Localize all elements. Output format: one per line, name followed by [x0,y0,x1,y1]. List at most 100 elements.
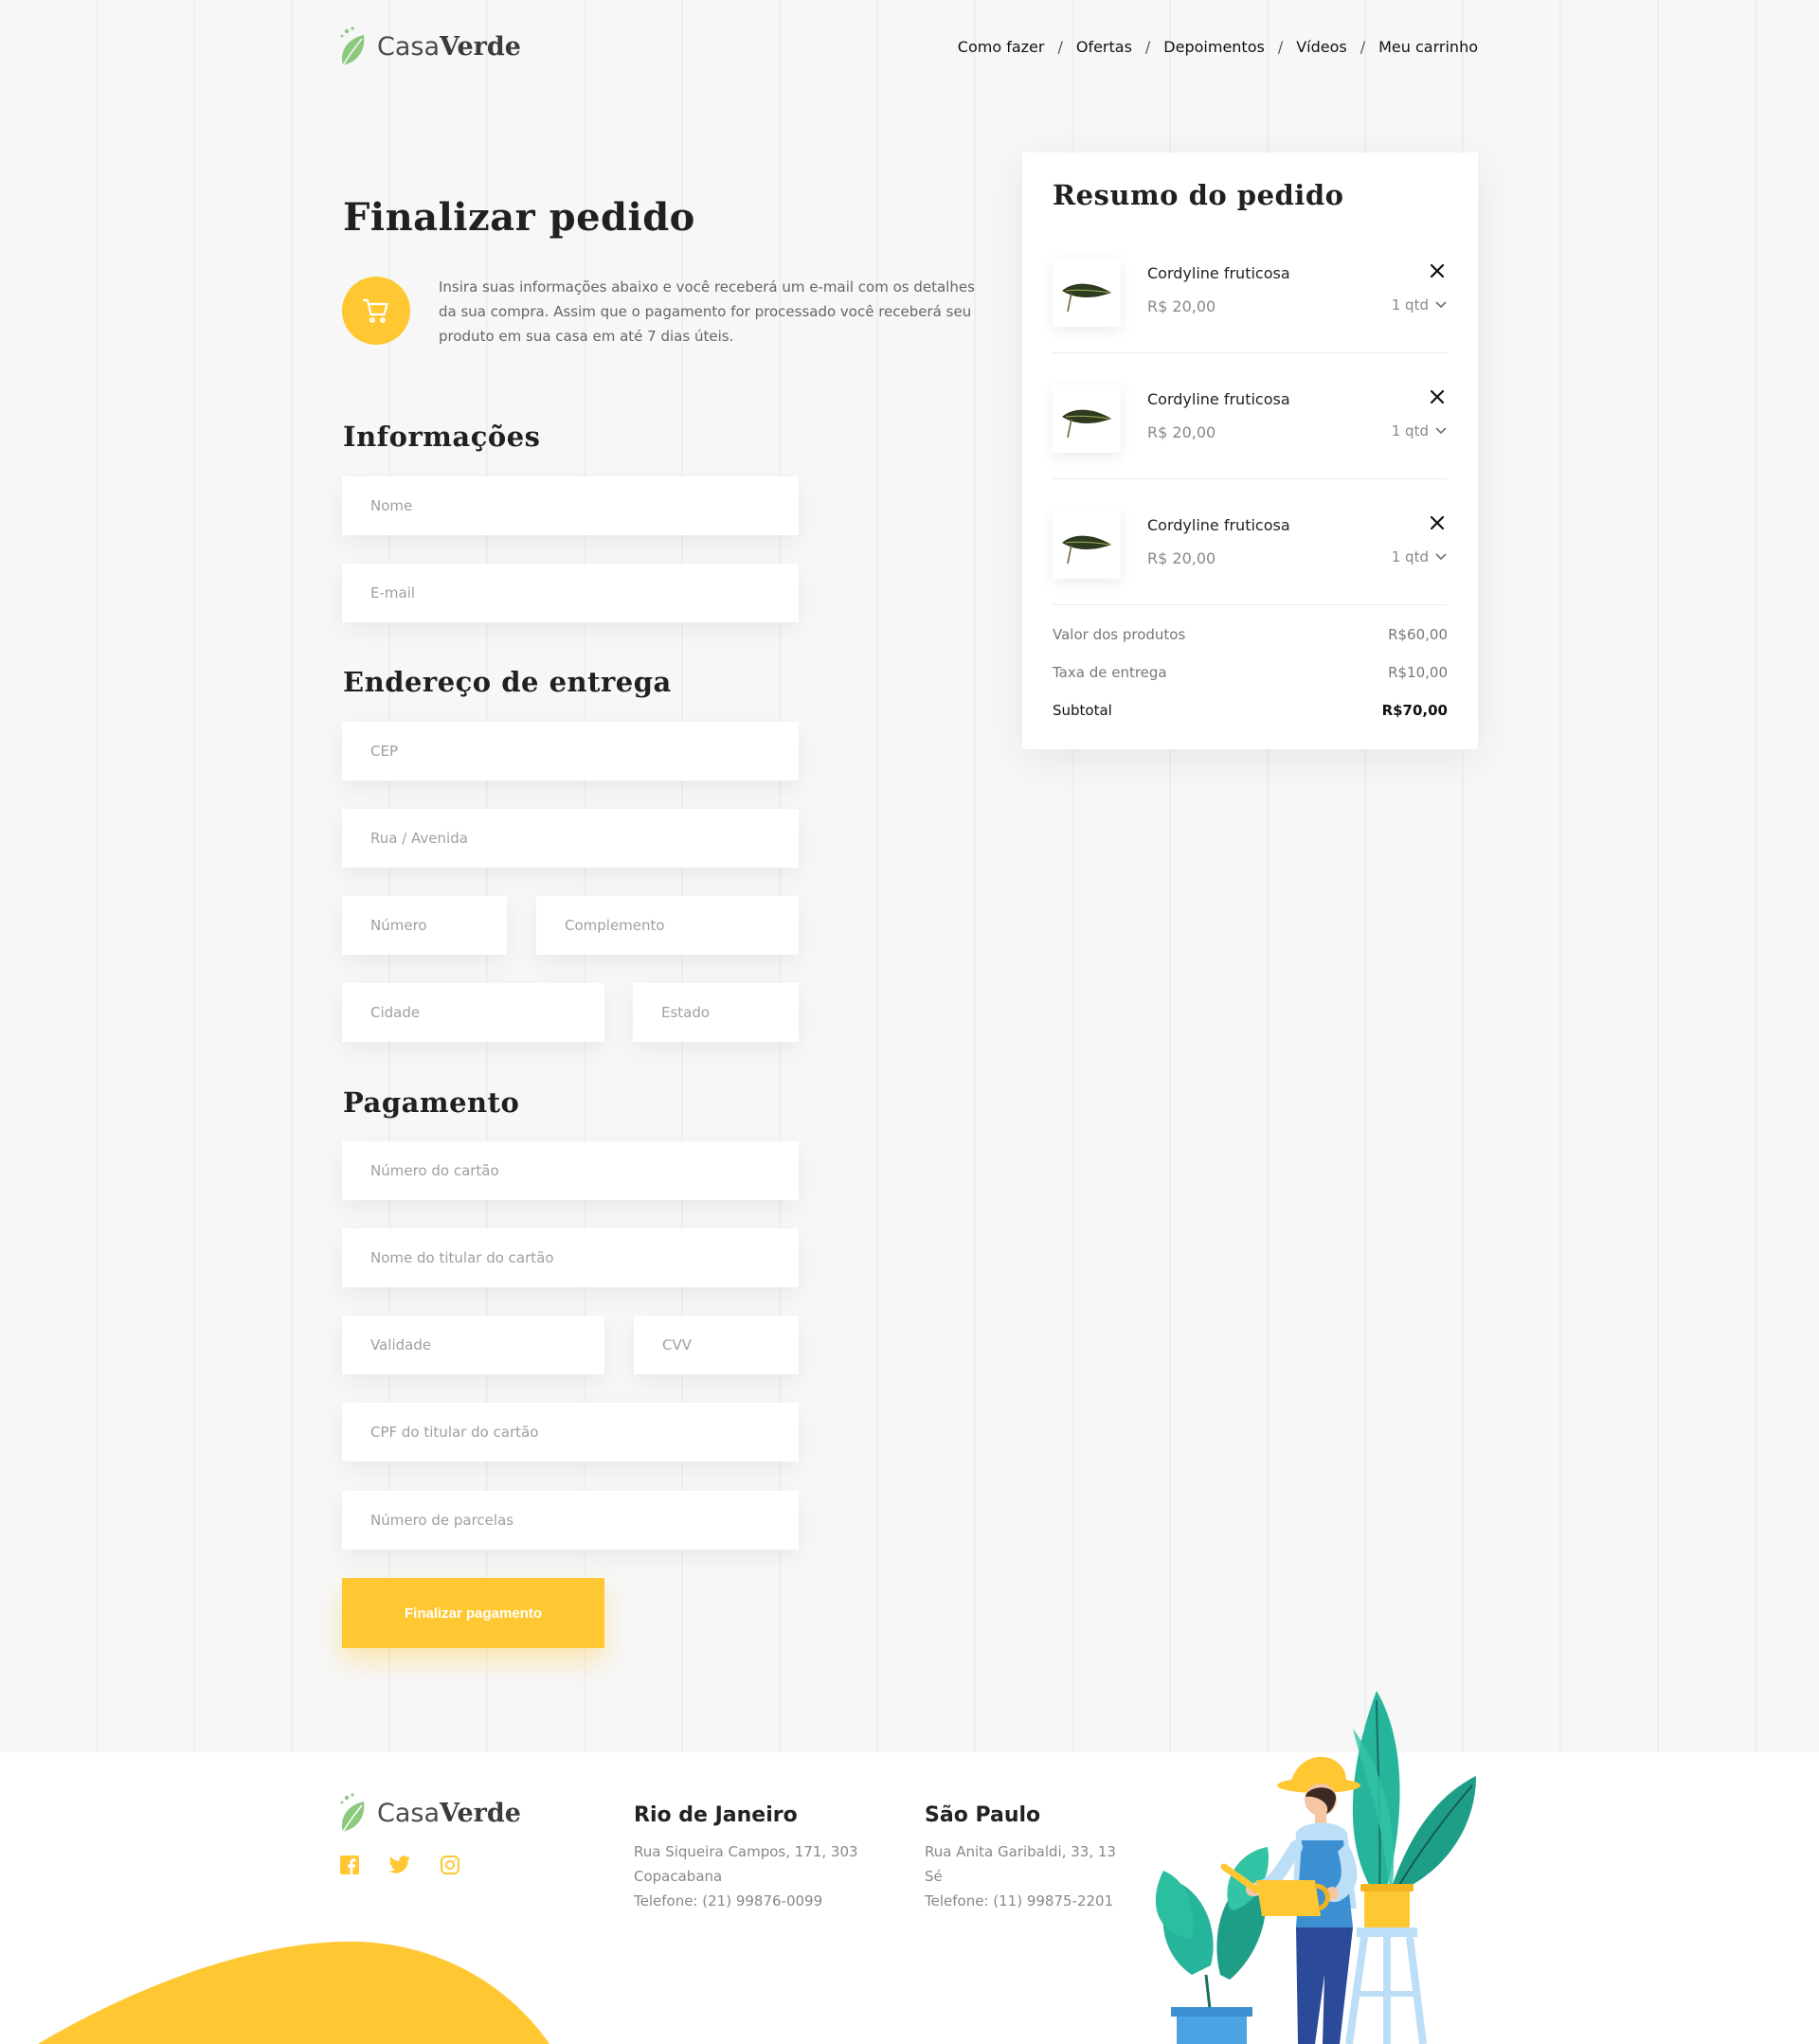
installments-field[interactable] [342,1491,799,1550]
brand-name: CasaVerde [377,31,521,62]
close-icon[interactable] [1427,260,1448,281]
phone-line: Telefone: (11) 99875-2201 [925,1892,1114,1910]
expiry-field[interactable] [342,1316,604,1374]
close-icon[interactable] [1427,386,1448,407]
city-input[interactable] [370,1004,604,1021]
state-field[interactable] [633,983,799,1042]
page-title: Finalizar pedido [343,195,695,240]
number-input[interactable] [370,917,507,934]
product-price: R$ 20,00 [1147,297,1216,315]
office-city-sp: São Paulo [925,1803,1041,1827]
email-field[interactable] [342,564,799,622]
nav-separator: / [1277,37,1284,56]
email-input[interactable] [370,584,799,601]
instagram-icon[interactable] [440,1855,460,1875]
complement-field[interactable] [536,896,799,955]
cardholder-name-input[interactable] [370,1249,799,1266]
number-field[interactable] [342,896,507,955]
subtotal-label: Subtotal [1053,702,1112,719]
quantity-select[interactable]: 1 qtd [1392,296,1448,314]
quantity-select[interactable]: 1 qtd [1392,548,1448,565]
cvv-input[interactable] [662,1336,799,1354]
facebook-icon[interactable] [339,1855,360,1875]
address-line: Rua Siqueira Campos, 171, 303 [634,1843,858,1860]
product-thumbnail[interactable] [1053,511,1121,579]
shipping-label: Taxa de entrega [1053,664,1167,681]
cardholder-name-field[interactable] [342,1228,799,1287]
shipping-row: Taxa de entrega R$10,00 [1053,664,1448,681]
installments-input[interactable] [370,1512,799,1529]
gardener-illustration [1155,1691,1476,2044]
nav-videos[interactable]: Vídeos [1296,38,1347,56]
section-title-info: Informações [343,421,541,453]
chevron-down-icon [1435,553,1447,561]
nav-meu-carrinho[interactable]: Meu carrinho [1378,38,1478,56]
cpf-input[interactable] [370,1424,799,1441]
footer-brand-logo[interactable]: CasaVerde [337,1792,521,1834]
complement-input[interactable] [565,917,799,934]
plant-leaf-icon [1062,283,1111,313]
products-total-label: Valor dos produtos [1053,626,1186,643]
cpf-field[interactable] [342,1403,799,1461]
product-name: Cordyline fruticosa [1147,390,1290,408]
subtotal-row: Subtotal R$70,00 [1053,702,1448,719]
checkout-intro: Insira suas informações abaixo e você re… [439,278,975,345]
address-line: Sé [925,1868,943,1885]
footer-brand-name: CasaVerde [377,1798,521,1828]
office-city-rio: Rio de Janeiro [634,1803,798,1827]
street-input[interactable] [370,830,799,847]
cart-item: Cordyline fruticosa R$ 20,00 1 qtd [1053,501,1448,605]
address-line: Copacabana [634,1868,723,1885]
quantity-select[interactable]: 1 qtd [1392,422,1448,439]
card-number-input[interactable] [370,1162,799,1179]
section-title-payment: Pagamento [343,1086,520,1119]
item-divider [1053,604,1448,605]
finish-payment-button[interactable]: Finalizar pagamento [342,1578,604,1648]
main-nav: Como fazer / Ofertas / Depoimentos / Víd… [958,38,1478,56]
subtotal-value: R$70,00 [1381,702,1448,719]
leaf-logo-icon [340,1793,365,1833]
card-number-field[interactable] [342,1141,799,1200]
cart-item: Cordyline fruticosa R$ 20,00 1 qtd [1053,249,1448,353]
nav-separator: / [1360,37,1366,56]
summary-title: Resumo do pedido [1053,179,1344,211]
product-name: Cordyline fruticosa [1147,264,1290,282]
products-total-value: R$60,00 [1388,626,1448,643]
office-address-sp: Rua Anita Garibaldi, 33, 13 Sé Telefone:… [925,1839,1116,1913]
site-footer: CasaVerde Rio de Janeiro Rua Siqueira Ca… [0,1752,1819,2044]
state-input[interactable] [661,1004,799,1021]
shopping-cart-icon [362,298,388,323]
nav-ofertas[interactable]: Ofertas [1076,38,1132,56]
phone-line: Telefone: (21) 99876-0099 [634,1892,823,1910]
product-name: Cordyline fruticosa [1147,516,1290,534]
plant-leaf-icon [1062,409,1111,439]
close-icon[interactable] [1427,512,1448,533]
name-field[interactable] [342,476,799,535]
leaf-logo-icon [340,27,365,66]
quantity-value: 1 qtd [1391,296,1429,314]
item-divider [1053,478,1448,479]
expiry-input[interactable] [370,1336,604,1354]
chevron-down-icon [1435,301,1447,309]
nav-separator: / [1144,37,1151,56]
product-thumbnail[interactable] [1053,385,1121,453]
cep-input[interactable] [370,743,799,760]
quantity-value: 1 qtd [1391,422,1429,439]
name-input[interactable] [370,497,799,514]
brand-logo[interactable]: CasaVerde [337,26,521,67]
site-header: CasaVerde Como fazer / Ofertas / Depoime… [337,17,1478,76]
products-total-row: Valor dos produtos R$60,00 [1053,626,1448,643]
address-line: Rua Anita Garibaldi, 33, 13 [925,1843,1116,1860]
street-field[interactable] [342,809,799,868]
cep-field[interactable] [342,722,799,780]
nav-separator: / [1057,37,1063,56]
cvv-field[interactable] [634,1316,799,1374]
product-thumbnail[interactable] [1053,259,1121,327]
twitter-icon[interactable] [388,1855,411,1875]
social-links [339,1855,460,1875]
product-price: R$ 20,00 [1147,423,1216,441]
shipping-value: R$10,00 [1388,664,1448,681]
city-field[interactable] [342,983,604,1042]
nav-como-fazer[interactable]: Como fazer [958,38,1045,56]
nav-depoimentos[interactable]: Depoimentos [1163,38,1265,56]
